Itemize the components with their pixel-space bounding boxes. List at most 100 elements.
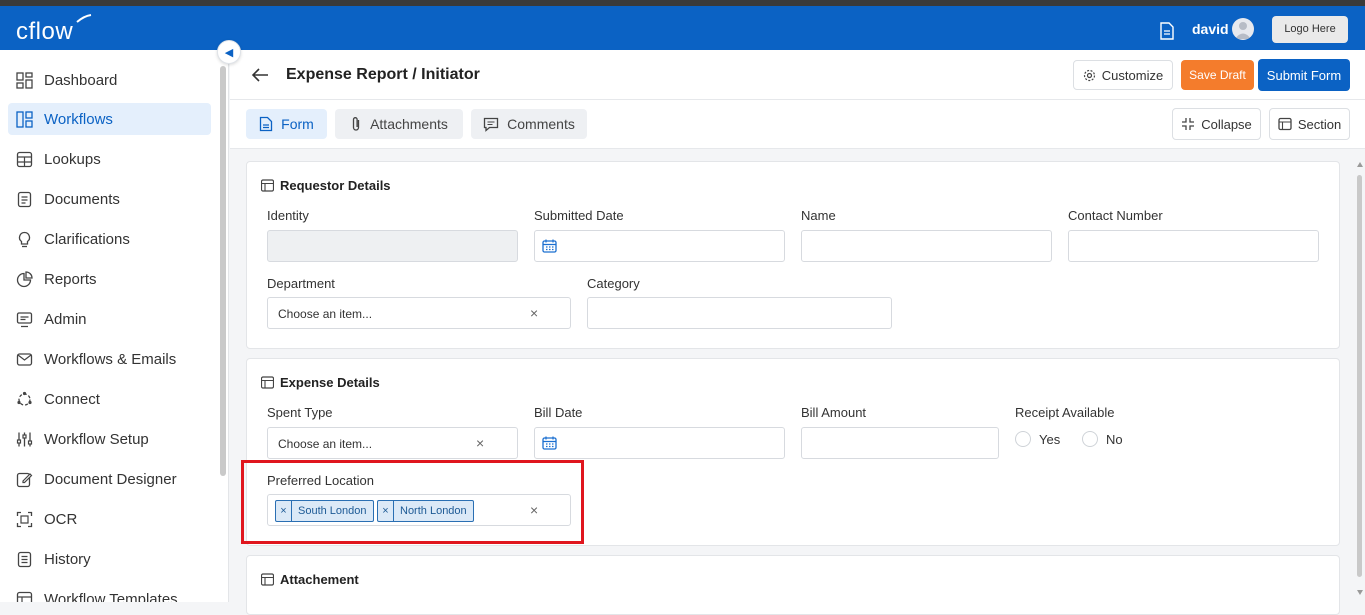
workflows-icon: [16, 110, 33, 128]
spent-type-label: Spent Type: [267, 405, 333, 420]
comment-icon: [484, 117, 499, 132]
sidebar-item-dashboard[interactable]: Dashboard: [8, 64, 211, 96]
sidebar-item-workflows-emails[interactable]: Workflows & Emails: [8, 343, 211, 375]
receipt-no-radio[interactable]: [1082, 431, 1098, 447]
caret-left-icon: ◀: [224, 46, 234, 59]
expense-details-title: Expense Details: [261, 375, 380, 390]
bill-date-label: Bill Date: [534, 405, 583, 420]
section-icon: [1278, 117, 1292, 131]
sidebar-item-connect[interactable]: Connect: [8, 383, 211, 415]
sidebar-item-label: Dashboard: [44, 71, 118, 89]
clear-icon[interactable]: ×: [530, 305, 538, 321]
tab-comments[interactable]: Comments: [471, 109, 587, 139]
template-icon: [16, 591, 33, 602]
department-select[interactable]: Choose an item... ×: [267, 297, 571, 329]
document-icon[interactable]: [1160, 22, 1174, 40]
sliders-icon: [16, 432, 33, 446]
sidebar-scrollbar[interactable]: [220, 66, 226, 476]
sidebar-item-lookups[interactable]: Lookups: [8, 143, 211, 175]
requestor-details-title: Requestor Details: [261, 178, 391, 193]
save-draft-button[interactable]: Save Draft: [1181, 60, 1254, 90]
category-field[interactable]: [587, 297, 892, 329]
scroll-down-arrow[interactable]: [1357, 590, 1363, 595]
sidebar-item-documents[interactable]: Documents: [8, 183, 211, 215]
document-icon: [17, 191, 32, 207]
category-label: Category: [587, 276, 640, 291]
sidebar-item-label: OCR: [44, 510, 78, 528]
lightbulb-icon: [18, 231, 31, 247]
sidebar-item-label: Workflows: [44, 110, 113, 128]
sidebar-item-label: Workflow Templates: [44, 590, 178, 603]
submit-form-button[interactable]: Submit Form: [1258, 59, 1350, 91]
sidebar-collapse-button[interactable]: ◀: [217, 40, 241, 64]
sidebar-item-label: Workflows & Emails: [44, 350, 177, 368]
submitted-date-label: Submitted Date: [534, 208, 624, 223]
section-icon: [261, 573, 274, 586]
page-title: Expense Report / Initiator: [286, 66, 480, 83]
receipt-no-label: No: [1106, 432, 1123, 447]
sidebar-item-label: Admin: [44, 310, 87, 328]
sidebar-item-workflow-templates[interactable]: Workflow Templates: [8, 583, 211, 602]
sidebar-item-label: Lookups: [44, 150, 101, 168]
section-button[interactable]: Section: [1269, 108, 1350, 140]
gear-icon: [1083, 69, 1095, 81]
monitor-icon: [16, 311, 33, 327]
name-label: Name: [801, 208, 836, 223]
collapse-button[interactable]: Collapse: [1172, 108, 1261, 140]
sidebar-item-label: Reports: [44, 270, 97, 288]
form-tabbar: Form Attachments Comments Collapse Secti…: [230, 100, 1365, 149]
connect-icon: [17, 391, 32, 406]
contact-number-field[interactable]: [1068, 230, 1319, 262]
name-field[interactable]: [801, 230, 1052, 262]
preferred-location-highlight: [241, 460, 584, 544]
page-header: Expense Report / Initiator Customize Sav…: [230, 50, 1365, 100]
mail-icon: [16, 352, 33, 366]
user-name[interactable]: david: [1192, 21, 1229, 37]
identity-field: [267, 230, 518, 262]
attachement-card: Attachement: [246, 555, 1340, 615]
calendar-icon[interactable]: [542, 436, 557, 450]
paperclip-icon: [352, 117, 360, 131]
pie-chart-icon: [16, 270, 33, 287]
submitted-date-field[interactable]: [534, 230, 785, 262]
clear-icon[interactable]: ×: [476, 435, 484, 451]
sidebar-item-admin[interactable]: Admin: [8, 303, 211, 335]
sidebar-item-label: Documents: [44, 190, 120, 208]
spent-type-select[interactable]: Choose an item... ×: [267, 427, 518, 459]
tab-form[interactable]: Form: [246, 109, 327, 139]
back-arrow-icon[interactable]: [250, 66, 270, 84]
sidebar-item-label: Document Designer: [44, 470, 177, 488]
main-scrollbar[interactable]: [1357, 175, 1362, 577]
sidebar-item-workflow-setup[interactable]: Workflow Setup: [8, 423, 211, 455]
sidebar-navigation: Dashboard Workflows Lookups Documents Cl…: [0, 50, 229, 602]
bill-amount-label: Bill Amount: [801, 405, 867, 420]
table-icon: [16, 151, 33, 167]
receipt-available-label: Receipt Available: [1015, 405, 1115, 420]
sidebar-item-reports[interactable]: Reports: [8, 263, 211, 295]
company-logo-placeholder[interactable]: Logo Here: [1272, 16, 1348, 43]
receipt-yes-radio[interactable]: [1015, 431, 1031, 447]
bill-date-field[interactable]: [534, 427, 785, 459]
scroll-up-arrow[interactable]: [1357, 162, 1363, 167]
sidebar-item-clarifications[interactable]: Clarifications: [8, 223, 211, 255]
user-avatar[interactable]: [1232, 18, 1254, 40]
customize-button[interactable]: Customize: [1073, 60, 1173, 90]
sidebar-item-document-designer[interactable]: Document Designer: [8, 463, 211, 495]
scan-icon: [16, 511, 33, 527]
sidebar-item-label: Connect: [44, 390, 100, 408]
sidebar-item-history[interactable]: History: [8, 543, 211, 575]
section-icon: [261, 179, 274, 192]
calendar-icon[interactable]: [542, 239, 557, 253]
identity-label: Identity: [267, 208, 309, 223]
sidebar-item-label: History: [44, 550, 91, 568]
tab-attachments[interactable]: Attachments: [335, 109, 463, 139]
sidebar-item-workflows[interactable]: Workflows: [8, 103, 211, 135]
cflow-logo[interactable]: cflow: [16, 14, 92, 46]
top-navigation-bar: cflow david Logo Here: [0, 6, 1365, 50]
collapse-icon: [1182, 118, 1195, 130]
attachement-title: Attachement: [261, 572, 359, 587]
sidebar-item-ocr[interactable]: OCR: [8, 503, 211, 535]
department-placeholder: Choose an item...: [278, 307, 373, 321]
bill-amount-field[interactable]: [801, 427, 999, 459]
receipt-yes-label: Yes: [1039, 432, 1061, 447]
